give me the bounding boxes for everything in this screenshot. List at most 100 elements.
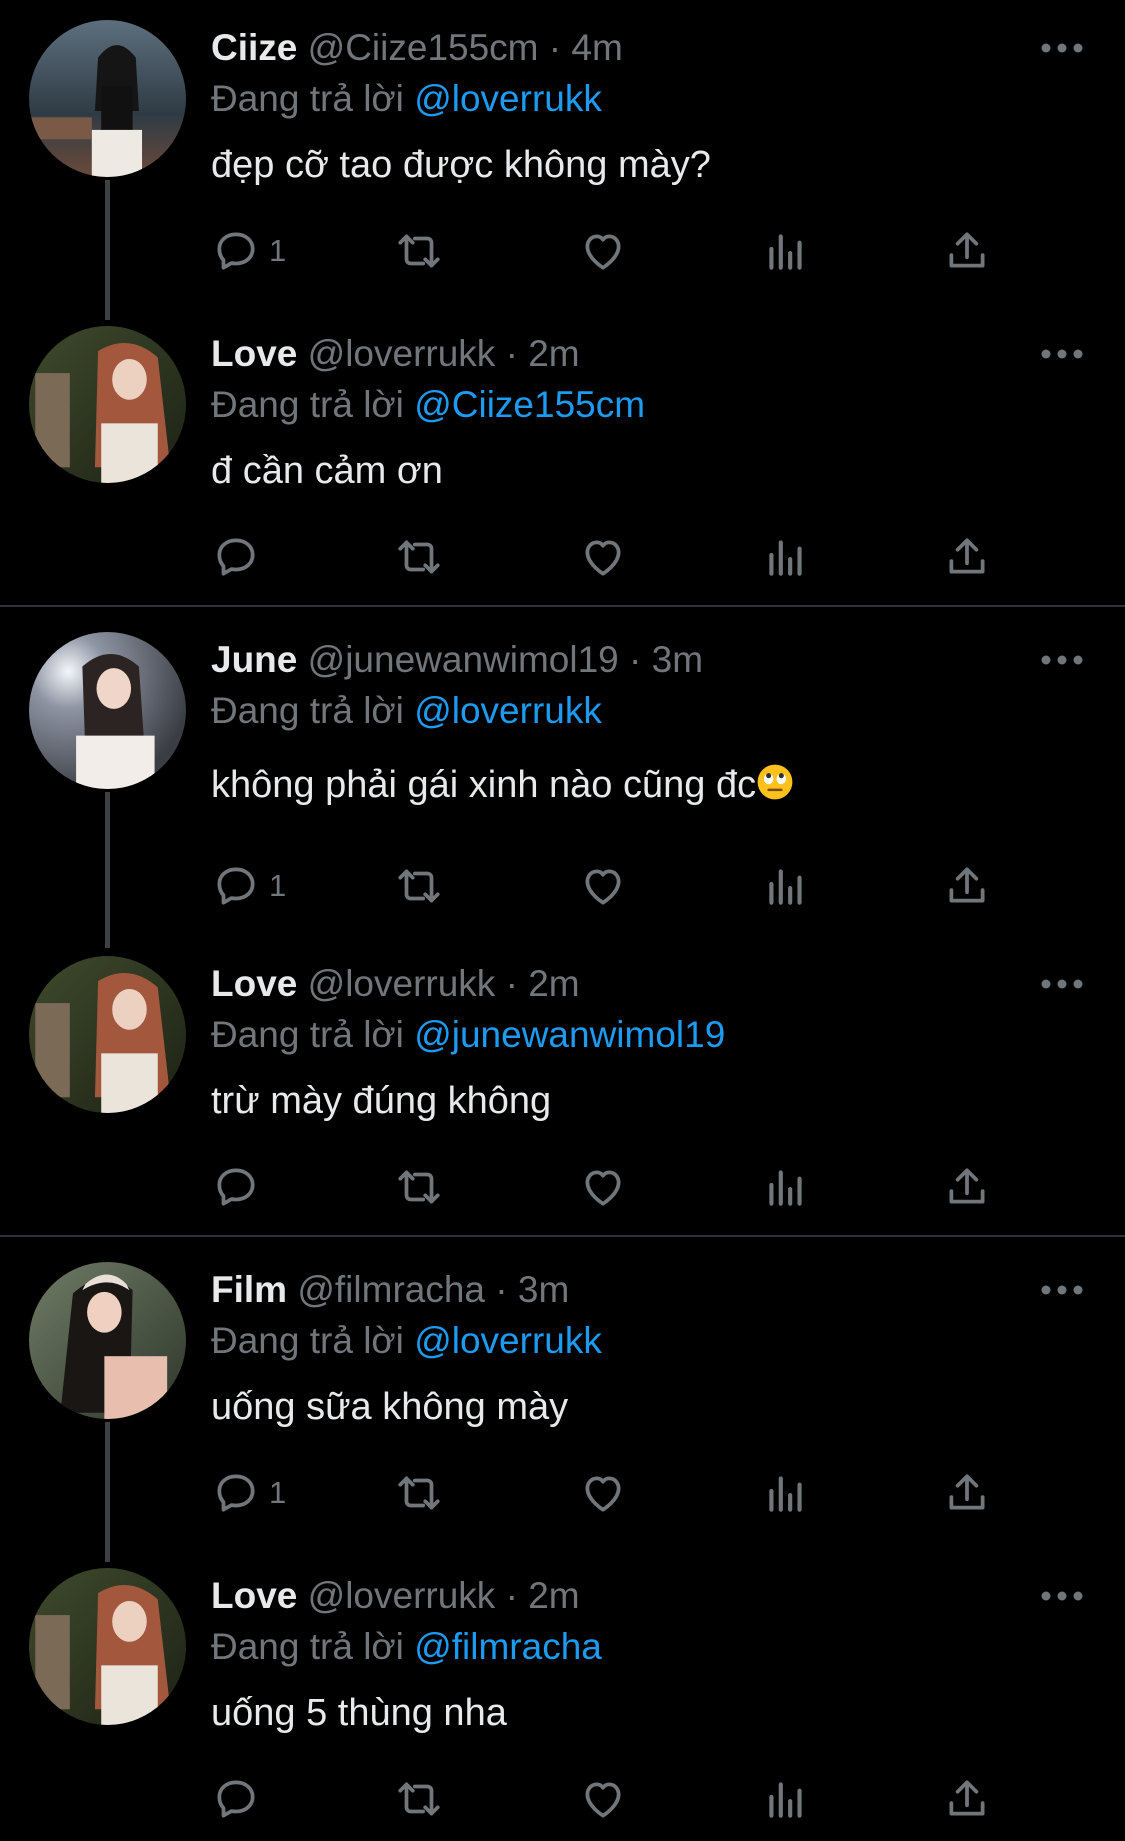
retweet-button[interactable] [394, 1771, 444, 1827]
tweet-header: Film @filmracha · 3m [211, 1268, 569, 1312]
user-handle[interactable]: @loverrukk [308, 963, 496, 1004]
more-icon[interactable] [1040, 652, 1084, 668]
share-button[interactable] [942, 1159, 992, 1215]
views-icon [769, 234, 802, 270]
replying-mention[interactable]: @filmracha [414, 1626, 602, 1667]
like-button[interactable] [578, 1771, 628, 1827]
replying-mention[interactable]: @Ciize155cm [414, 384, 645, 425]
display-name[interactable]: Ciize [211, 27, 297, 68]
separator: · [505, 333, 518, 374]
views-button[interactable] [761, 858, 811, 914]
views-button[interactable] [761, 1771, 811, 1827]
like-button[interactable] [578, 223, 628, 279]
share-button[interactable] [942, 1771, 992, 1827]
tweet-text: không phải gái xinh nào cũng đc [211, 764, 757, 806]
replying-prefix: Đang trả lời [211, 1320, 404, 1361]
user-handle[interactable]: @filmracha [297, 1269, 485, 1310]
tweet[interactable]: Film @filmracha · 3m Đang trả lời @lover… [0, 1242, 1125, 1562]
display-name[interactable]: Love [211, 333, 297, 374]
avatar[interactable] [29, 326, 186, 483]
reply-button[interactable] [211, 1159, 269, 1215]
share-button[interactable] [942, 858, 992, 914]
reply-button[interactable] [211, 1771, 269, 1827]
like-button[interactable] [578, 529, 628, 585]
thread-divider [0, 605, 1125, 607]
timestamp[interactable]: 4m [571, 27, 622, 68]
display-name[interactable]: Love [211, 1575, 297, 1616]
more-icon[interactable] [1040, 1588, 1084, 1604]
timestamp[interactable]: 2m [528, 963, 579, 1004]
separator: · [629, 639, 642, 680]
reply-button[interactable]: 1 [211, 1465, 286, 1521]
avatar[interactable] [29, 956, 186, 1113]
tweet-actions: 1 [0, 223, 1125, 279]
more-icon[interactable] [1040, 976, 1084, 992]
like-icon [585, 1170, 621, 1206]
user-handle[interactable]: @loverrukk [308, 1575, 496, 1616]
share-button[interactable] [942, 529, 992, 585]
timestamp[interactable]: 2m [528, 1575, 579, 1616]
views-icon [769, 1782, 802, 1818]
tweet[interactable]: Love @loverrukk · 2m Đang trả lời @filmr… [0, 1548, 1125, 1841]
retweet-button[interactable] [394, 223, 444, 279]
share-icon [949, 1474, 985, 1510]
tweet-header: Love @loverrukk · 2m [211, 1574, 580, 1618]
like-icon [585, 540, 621, 576]
reply-icon [217, 1168, 255, 1206]
reply-count: 1 [269, 233, 287, 268]
like-button[interactable] [578, 1465, 628, 1521]
more-icon[interactable] [1040, 40, 1084, 56]
views-button[interactable] [761, 223, 811, 279]
reply-button[interactable] [211, 529, 269, 585]
retweet-button[interactable] [394, 1465, 444, 1521]
timestamp[interactable]: 3m [518, 1269, 569, 1310]
display-name[interactable]: June [211, 639, 297, 680]
like-button[interactable] [578, 858, 628, 914]
timestamp[interactable]: 2m [528, 333, 579, 374]
replying-mention[interactable]: @loverrukk [414, 1320, 602, 1361]
tweet-header: Love @loverrukk · 2m [211, 332, 580, 376]
display-name[interactable]: Film [211, 1269, 287, 1310]
avatar[interactable] [29, 1568, 186, 1725]
tweet[interactable]: Ciize @Ciize155cm · 4m Đang trả lời @lov… [0, 0, 1125, 320]
display-name[interactable]: Love [211, 963, 297, 1004]
replying-mention[interactable]: @loverrukk [414, 78, 602, 119]
user-handle[interactable]: @junewanwimol19 [308, 639, 619, 680]
avatar[interactable] [29, 1262, 186, 1419]
tweet[interactable]: Love @loverrukk · 2m Đang trả lời @junew… [0, 936, 1125, 1236]
timestamp[interactable]: 3m [652, 639, 703, 680]
reply-button[interactable]: 1 [211, 858, 286, 914]
tweet-header: June @junewanwimol19 · 3m [211, 638, 703, 682]
tweet[interactable]: Love @loverrukk · 2m Đang trả lời @Ciize… [0, 306, 1125, 606]
retweet-icon [398, 540, 440, 574]
retweet-icon [398, 1782, 440, 1816]
retweet-button[interactable] [394, 529, 444, 585]
avatar[interactable] [29, 632, 186, 789]
share-icon [949, 538, 985, 574]
reply-button[interactable]: 1 [211, 223, 286, 279]
share-button[interactable] [942, 223, 992, 279]
retweet-button[interactable] [394, 1159, 444, 1215]
rolling-eyes-emoji [757, 764, 793, 800]
retweet-button[interactable] [394, 858, 444, 914]
tweet[interactable]: June @junewanwimol19 · 3m Đang trả lời @… [0, 612, 1125, 948]
like-button[interactable] [578, 1159, 628, 1215]
views-icon [769, 1170, 802, 1206]
replying-to: Đang trả lời @Ciize155cm [211, 383, 645, 427]
tweet-actions: 1 [0, 1465, 1125, 1521]
tweet-text: đ cần cảm ơn [211, 450, 443, 492]
views-button[interactable] [761, 529, 811, 585]
avatar[interactable] [29, 20, 186, 177]
views-button[interactable] [761, 1159, 811, 1215]
more-icon[interactable] [1040, 1282, 1084, 1298]
reply-icon [217, 1780, 255, 1818]
views-button[interactable] [761, 1465, 811, 1521]
replying-mention[interactable]: @junewanwimol19 [414, 1014, 725, 1055]
more-icon[interactable] [1040, 346, 1084, 362]
user-handle[interactable]: @Ciize155cm [308, 27, 539, 68]
share-button[interactable] [942, 1465, 992, 1521]
replying-mention[interactable]: @loverrukk [414, 690, 602, 731]
tweet-header: Love @loverrukk · 2m [211, 962, 580, 1006]
user-handle[interactable]: @loverrukk [308, 333, 496, 374]
reply-feed: Ciize @Ciize155cm · 4m Đang trả lời @lov… [0, 0, 1125, 1841]
